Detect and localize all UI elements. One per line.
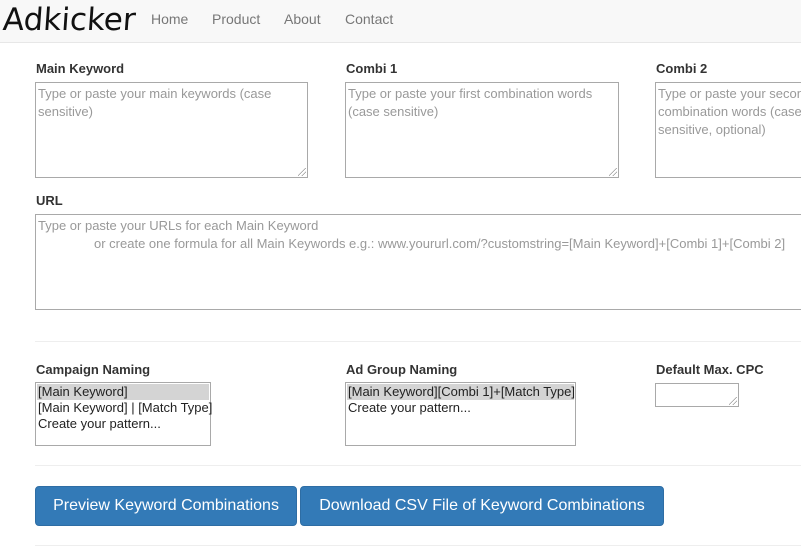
resize-grip-icon[interactable] (298, 168, 306, 176)
adgroup-naming-label: Ad Group Naming (346, 362, 458, 377)
logo[interactable]: Adkicker (2, 1, 137, 39)
campaign-option[interactable]: Create your pattern... (37, 416, 209, 432)
nav-link-home[interactable]: Home (151, 11, 188, 27)
adgroup-naming-select[interactable]: [Main Keyword][Combi 1]+[Match Type] Cre… (345, 382, 576, 446)
campaign-naming-label: Campaign Naming (36, 362, 151, 377)
combi1-placeholder: Type or paste your first combination wor… (348, 86, 596, 119)
top-navbar: Adkicker Home Product About Contact (0, 0, 801, 43)
campaign-naming-select[interactable]: [Main Keyword] [Main Keyword] | [Match T… (35, 382, 212, 446)
main-keyword-label: Main Keyword (36, 61, 125, 76)
nav-link-contact[interactable]: Contact (345, 11, 393, 27)
url-label: URL (36, 193, 63, 208)
main-keyword-placeholder: Type or paste your main keywords (case s… (38, 86, 276, 119)
combi2-label: Combi 2 (656, 61, 708, 76)
resize-grip-icon[interactable] (729, 397, 737, 405)
download-csv-button[interactable]: Download CSV File of Keyword Combination… (300, 486, 664, 526)
cpc-label: Default Max. CPC (656, 362, 764, 377)
combi2-placeholder: Type or paste your second combination wo… (658, 86, 801, 137)
campaign-option[interactable]: [Main Keyword] | [Match Type] (37, 400, 212, 416)
nav-link-about[interactable]: About (284, 11, 321, 27)
adgroup-option[interactable]: [Main Keyword][Combi 1]+[Match Type] (347, 384, 575, 400)
combi1-textarea[interactable]: Type or paste your first combination wor… (345, 82, 619, 178)
campaign-option[interactable]: [Main Keyword] (37, 384, 209, 400)
url-placeholder-line2: or create one formula for all Main Keywo… (94, 236, 786, 251)
cpc-input[interactable] (655, 383, 739, 407)
preview-combinations-button[interactable]: Preview Keyword Combinations (35, 486, 297, 526)
main-keyword-textarea[interactable]: Type or paste your main keywords (case s… (35, 82, 308, 178)
url-placeholder-line1: Type or paste your URLs for each Main Ke… (38, 218, 319, 233)
resize-grip-icon[interactable] (609, 168, 617, 176)
url-textarea[interactable]: Type or paste your URLs for each Main Ke… (35, 214, 801, 310)
nav-link-product[interactable]: Product (212, 11, 260, 27)
divider (35, 341, 801, 342)
divider (35, 465, 801, 466)
divider (35, 545, 801, 546)
adgroup-option[interactable]: Create your pattern... (347, 400, 574, 416)
combi1-label: Combi 1 (346, 61, 398, 76)
combi2-textarea[interactable]: Type or paste your second combination wo… (655, 82, 801, 178)
